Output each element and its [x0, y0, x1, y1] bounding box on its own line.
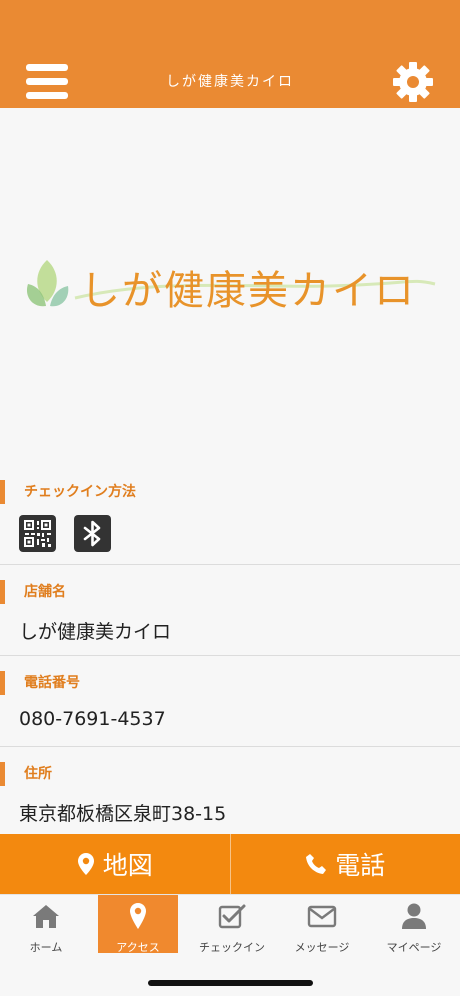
tab-access-label: アクセス — [116, 941, 160, 954]
address-value: 東京都板橋区泉町38-15 — [19, 803, 227, 825]
checkin-method-section: チェックイン方法 — [0, 478, 460, 565]
home-icon — [33, 905, 59, 928]
store-name-section: 店舗名 しが健康美カイロ — [0, 565, 460, 656]
logo-text: しが健康美カイロ — [80, 268, 416, 314]
home-indicator — [148, 980, 313, 986]
phone-value: 080-7691-4537 — [19, 708, 166, 730]
tab-home-label: ホーム — [29, 941, 63, 954]
bluetooth-icon — [74, 515, 111, 552]
store-name-value: しが健康美カイロ — [19, 621, 172, 643]
app-header: しが健康美カイロ — [0, 0, 460, 108]
map-button-label: 地図 — [102, 851, 153, 880]
qr-code-icon — [19, 515, 56, 552]
phone-label: 電話番号 — [0, 671, 80, 695]
store-name-label: 店舗名 — [0, 580, 66, 604]
call-button[interactable]: 電話 — [229, 834, 460, 894]
map-pin-icon — [130, 903, 146, 929]
map-pin-icon — [77, 853, 94, 875]
tab-message[interactable]: メッセージ — [282, 895, 362, 954]
checkin-method-label: チェックイン方法 — [0, 480, 136, 504]
phone-icon — [306, 854, 327, 874]
tab-mypage[interactable]: マイページ — [374, 895, 454, 954]
call-button-label: 電話 — [335, 851, 386, 880]
envelope-icon — [307, 905, 337, 928]
tab-mypage-label: マイページ — [386, 941, 442, 954]
leaf-logo-icon — [26, 260, 69, 307]
store-logo-area: しが健康美カイロ — [0, 108, 460, 476]
tab-home[interactable]: ホーム — [6, 895, 86, 954]
address-label: 住所 — [0, 762, 52, 786]
tab-access[interactable]: アクセス — [98, 895, 178, 954]
tab-checkin-label: チェックイン — [199, 941, 265, 954]
map-button[interactable]: 地図 — [0, 834, 230, 894]
user-icon — [402, 903, 426, 929]
phone-section: 電話番号 080-7691-4537 — [0, 656, 460, 747]
tab-message-label: メッセージ — [294, 941, 350, 954]
tab-checkin[interactable]: チェックイン — [192, 895, 272, 954]
checkbox-icon — [218, 904, 246, 929]
action-bar: 地図 電話 — [0, 834, 460, 894]
gear-icon[interactable] — [391, 60, 435, 104]
address-section: 住所 東京都板橋区泉町38-15 — [0, 747, 460, 835]
